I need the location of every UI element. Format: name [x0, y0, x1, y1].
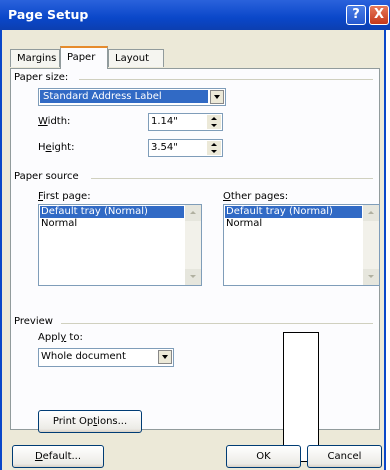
paper-source-group-label: Paper source: [14, 171, 79, 182]
paper-source-divider: [91, 178, 373, 179]
apply-to-label: Apply to:: [38, 332, 83, 343]
width-value: 1.14": [151, 116, 178, 127]
other-pages-listbox[interactable]: Default tray (Normal) Normal: [223, 204, 380, 286]
paper-size-dropdown[interactable]: Standard Address Label: [38, 88, 226, 106]
first-page-scrollbar[interactable]: [185, 205, 201, 285]
scroll-up-icon[interactable]: [185, 205, 201, 221]
other-pages-label: Other pages:: [223, 191, 289, 202]
paper-size-value: Standard Address Label: [40, 90, 208, 103]
chevron-down-icon[interactable]: [158, 350, 172, 364]
scroll-down-icon[interactable]: [185, 269, 201, 285]
ok-button[interactable]: OK: [226, 445, 301, 468]
height-spin-buttons[interactable]: [207, 141, 221, 155]
window-title: Page Setup: [8, 7, 89, 22]
height-label: Height:: [38, 142, 75, 153]
chevron-down-icon[interactable]: [210, 90, 224, 104]
paper-size-divider: [79, 79, 373, 80]
height-spinner[interactable]: 3.54": [148, 139, 223, 157]
first-page-listbox[interactable]: Default tray (Normal) Normal: [38, 204, 202, 286]
other-pages-scrollbar[interactable]: [363, 205, 379, 285]
preview-group-label: Preview: [14, 316, 53, 327]
close-icon: X: [373, 7, 385, 22]
list-item[interactable]: Default tray (Normal): [225, 206, 362, 218]
apply-to-value: Whole document: [41, 351, 126, 362]
paper-tab-panel: Paper size: Standard Address Label Width…: [10, 68, 380, 462]
first-page-label: First page:: [38, 191, 91, 202]
scroll-up-icon[interactable]: [363, 205, 379, 221]
spin-up-icon[interactable]: [211, 117, 217, 120]
preview-divider: [61, 323, 373, 324]
width-spinner[interactable]: 1.14": [148, 113, 223, 131]
tab-layout[interactable]: Layout: [108, 49, 164, 67]
apply-to-dropdown[interactable]: Whole document: [38, 348, 174, 367]
spin-up-icon[interactable]: [211, 143, 217, 146]
list-item[interactable]: Normal: [40, 218, 78, 230]
spin-down-icon[interactable]: [211, 150, 217, 153]
page-preview: [283, 332, 319, 462]
width-label: Width:: [38, 116, 71, 127]
tab-paper[interactable]: Paper: [60, 46, 108, 69]
paper-size-group-label: Paper size:: [14, 72, 69, 83]
spin-down-icon[interactable]: [211, 124, 217, 127]
list-item[interactable]: Normal: [225, 218, 263, 230]
scroll-down-icon[interactable]: [363, 269, 379, 285]
list-item[interactable]: Default tray (Normal): [40, 206, 184, 218]
height-value: 3.54": [151, 142, 178, 153]
tab-margins[interactable]: Margins: [10, 49, 60, 67]
default-button[interactable]: Default...: [12, 445, 104, 468]
help-button[interactable]: ?: [346, 5, 366, 25]
close-button[interactable]: X: [369, 5, 389, 25]
help-icon: ?: [352, 7, 360, 22]
page-setup-dialog: Margins Paper Layout Paper size: Standar…: [0, 30, 386, 470]
cancel-button[interactable]: Cancel: [307, 445, 382, 468]
width-spin-buttons[interactable]: [207, 115, 221, 129]
title-bar[interactable]: Page Setup ? X: [0, 0, 390, 30]
print-options-button[interactable]: Print Options...: [38, 410, 142, 433]
